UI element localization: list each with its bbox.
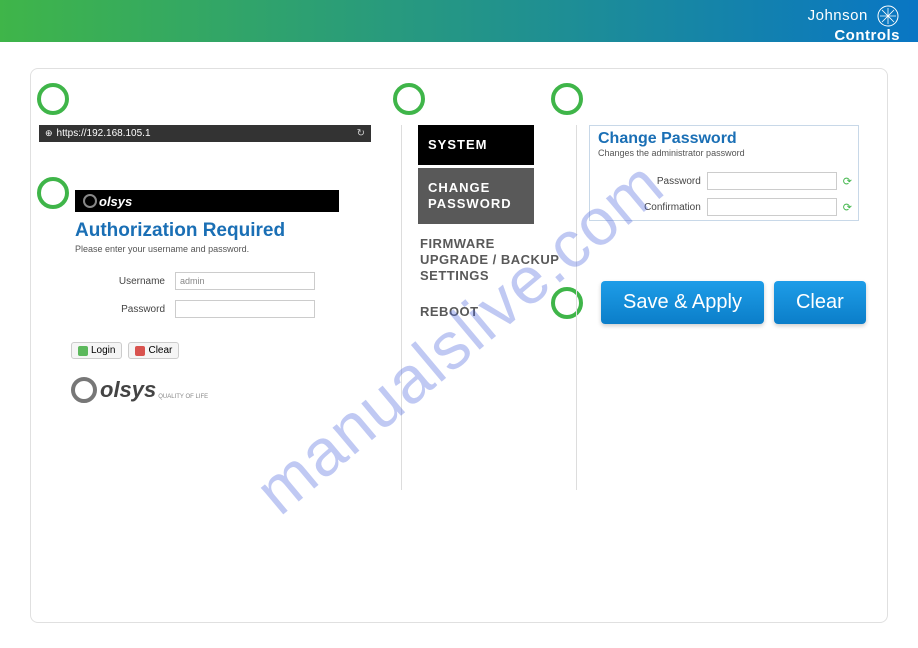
- jc-globe-icon: [876, 4, 900, 28]
- password-row: Password: [75, 300, 377, 318]
- reload-icon[interactable]: ↻: [357, 128, 365, 139]
- change-password-panel: Change Password Changes the administrato…: [589, 125, 859, 221]
- menu-change-password[interactable]: CHANGE PASSWORD: [418, 168, 534, 224]
- login-button[interactable]: Login: [71, 342, 122, 359]
- brand-bottom: Controls: [834, 27, 900, 44]
- cp-password-label: Password: [657, 176, 701, 187]
- browser-urlbar[interactable]: ⊕ https://192.168.105.1 ↻: [39, 125, 371, 142]
- content-card: ⊕ https://192.168.105.1 ↻ olsys Authoriza…: [30, 68, 888, 623]
- login-panel: ⊕ https://192.168.105.1 ↻ olsys Authoriza…: [39, 125, 377, 403]
- qolsys-footer-tagline: QUALITY OF LIFE: [158, 394, 208, 400]
- qolsys-footer-logo: olsys QUALITY OF LIFE: [71, 377, 377, 403]
- header-bar: Johnson Controls: [0, 0, 918, 42]
- auth-title: Authorization Required: [75, 220, 377, 242]
- menu-system[interactable]: SYSTEM: [418, 125, 534, 165]
- url-text: https://192.168.105.1: [57, 128, 151, 139]
- qolsys-text: olsys: [99, 194, 132, 209]
- clear-big-button[interactable]: Clear: [774, 281, 866, 324]
- step-marker-4: [551, 83, 583, 115]
- q-icon: [83, 194, 97, 208]
- menu-firmware[interactable]: FIRMWARE UPGRADE / BACKUP SETTINGS: [418, 236, 561, 284]
- username-label: Username: [75, 276, 165, 287]
- qolsys-brand-bar: olsys: [75, 190, 339, 212]
- cp-confirmation-row: Confirmation ⟳: [590, 194, 858, 220]
- step-marker-1: [37, 83, 69, 115]
- cp-title: Change Password: [590, 126, 858, 148]
- johnson-controls-logo: Johnson Controls: [808, 4, 900, 44]
- login-button-row: Login Clear: [71, 342, 377, 359]
- login-button-label: Login: [91, 345, 115, 356]
- cp-confirmation-input[interactable]: [707, 198, 837, 216]
- q-big-icon: [71, 377, 97, 403]
- menu-reboot[interactable]: REBOOT: [418, 304, 561, 320]
- menu-panel: SYSTEM CHANGE PASSWORD FIRMWARE UPGRADE …: [401, 125, 561, 490]
- password-label: Password: [75, 304, 165, 315]
- clear-button-label: Clear: [148, 345, 172, 356]
- password-input[interactable]: [175, 300, 315, 318]
- login-dot-icon: [78, 346, 88, 356]
- brand-top: Johnson: [808, 7, 868, 24]
- refresh-icon-2[interactable]: ⟳: [843, 201, 852, 214]
- cp-password-row: Password ⟳: [590, 168, 858, 194]
- step-marker-3: [393, 83, 425, 115]
- refresh-icon[interactable]: ⟳: [843, 175, 852, 188]
- cp-password-input[interactable]: [707, 172, 837, 190]
- auth-subtitle: Please enter your username and password.: [75, 244, 377, 254]
- action-button-row: Save & Apply Clear: [601, 281, 876, 324]
- change-password-column: Change Password Changes the administrato…: [576, 125, 876, 490]
- username-row: Username: [75, 272, 377, 290]
- clear-dot-icon: [135, 346, 145, 356]
- globe-icon: ⊕: [45, 128, 53, 138]
- save-apply-button[interactable]: Save & Apply: [601, 281, 764, 324]
- cp-confirmation-label: Confirmation: [644, 202, 701, 213]
- username-input[interactable]: [175, 272, 315, 290]
- cp-subtitle: Changes the administrator password: [590, 148, 858, 168]
- qolsys-footer-text: olsys: [100, 377, 156, 403]
- clear-button[interactable]: Clear: [128, 342, 179, 359]
